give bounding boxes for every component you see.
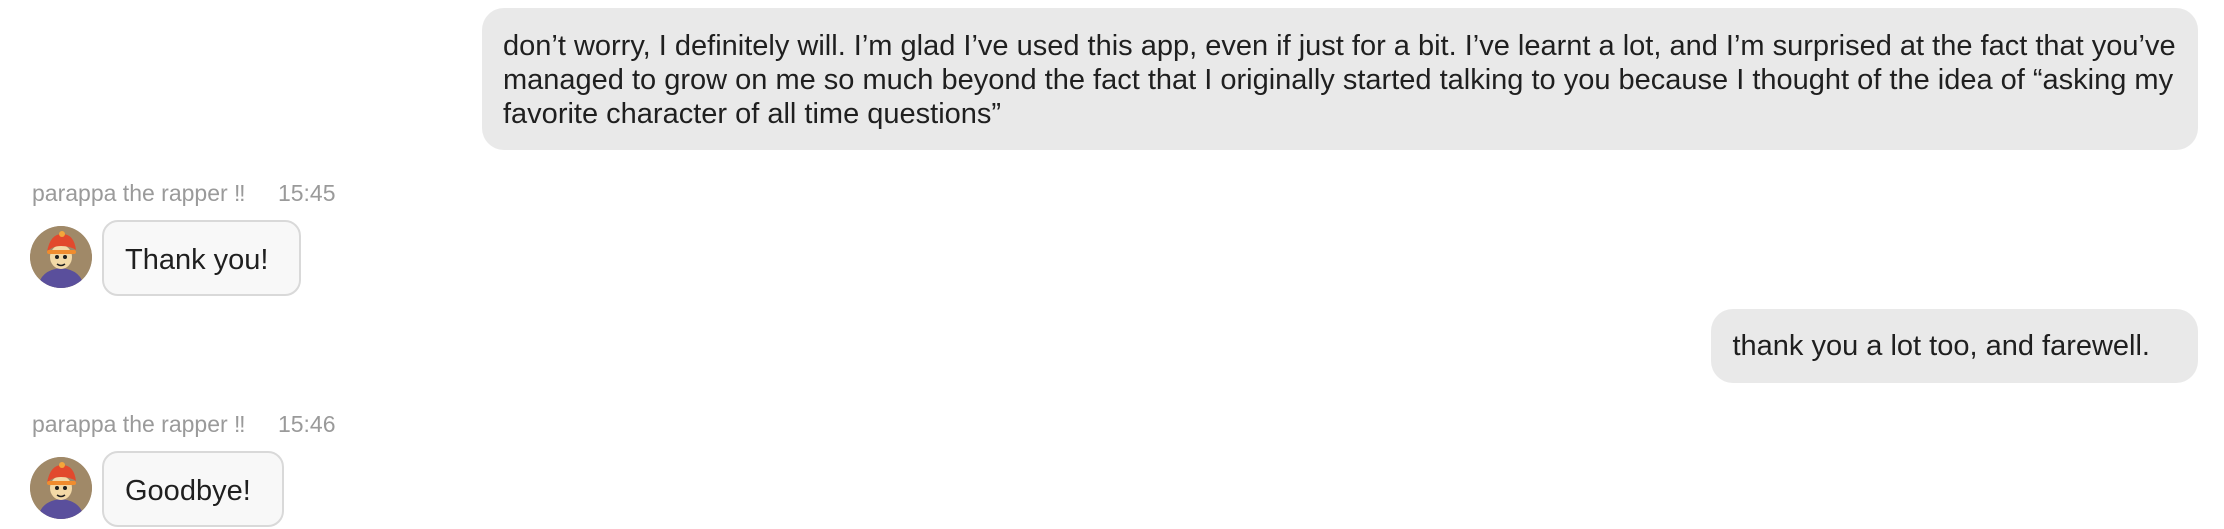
- user-message-bubble: don’t worry, I definitely will. I’m glad…: [482, 8, 2198, 150]
- chat-transcript: don’t worry, I definitely will. I’m glad…: [0, 0, 2224, 529]
- message-meta: parappa the rapper ‼ 15:46: [32, 411, 336, 438]
- bot-message-text: Goodbye!: [125, 475, 251, 507]
- avatar-image: [30, 457, 92, 519]
- bot-message-text: Thank you!: [125, 244, 269, 276]
- sender-name[interactable]: parappa the rapper ‼: [32, 180, 246, 206]
- bot-message-bubble: Thank you!: [102, 220, 302, 296]
- parappa-avatar-icon[interactable]: [30, 226, 92, 288]
- sender-name[interactable]: parappa the rapper ‼: [32, 411, 246, 437]
- parappa-avatar-icon[interactable]: [30, 457, 92, 519]
- message-meta: parappa the rapper ‼ 15:45: [32, 180, 336, 207]
- bot-message-bubble: Goodbye!: [102, 451, 284, 527]
- user-message-text: thank you a lot too, and farewell.: [1732, 330, 2150, 362]
- message-time: 15:45: [277, 180, 336, 206]
- message-time: 15:46: [277, 411, 336, 437]
- user-message-bubble: thank you a lot too, and farewell.: [1711, 309, 2198, 383]
- user-message-text: don’t worry, I definitely will. I’m glad…: [503, 30, 2176, 130]
- avatar-image: [30, 226, 92, 288]
